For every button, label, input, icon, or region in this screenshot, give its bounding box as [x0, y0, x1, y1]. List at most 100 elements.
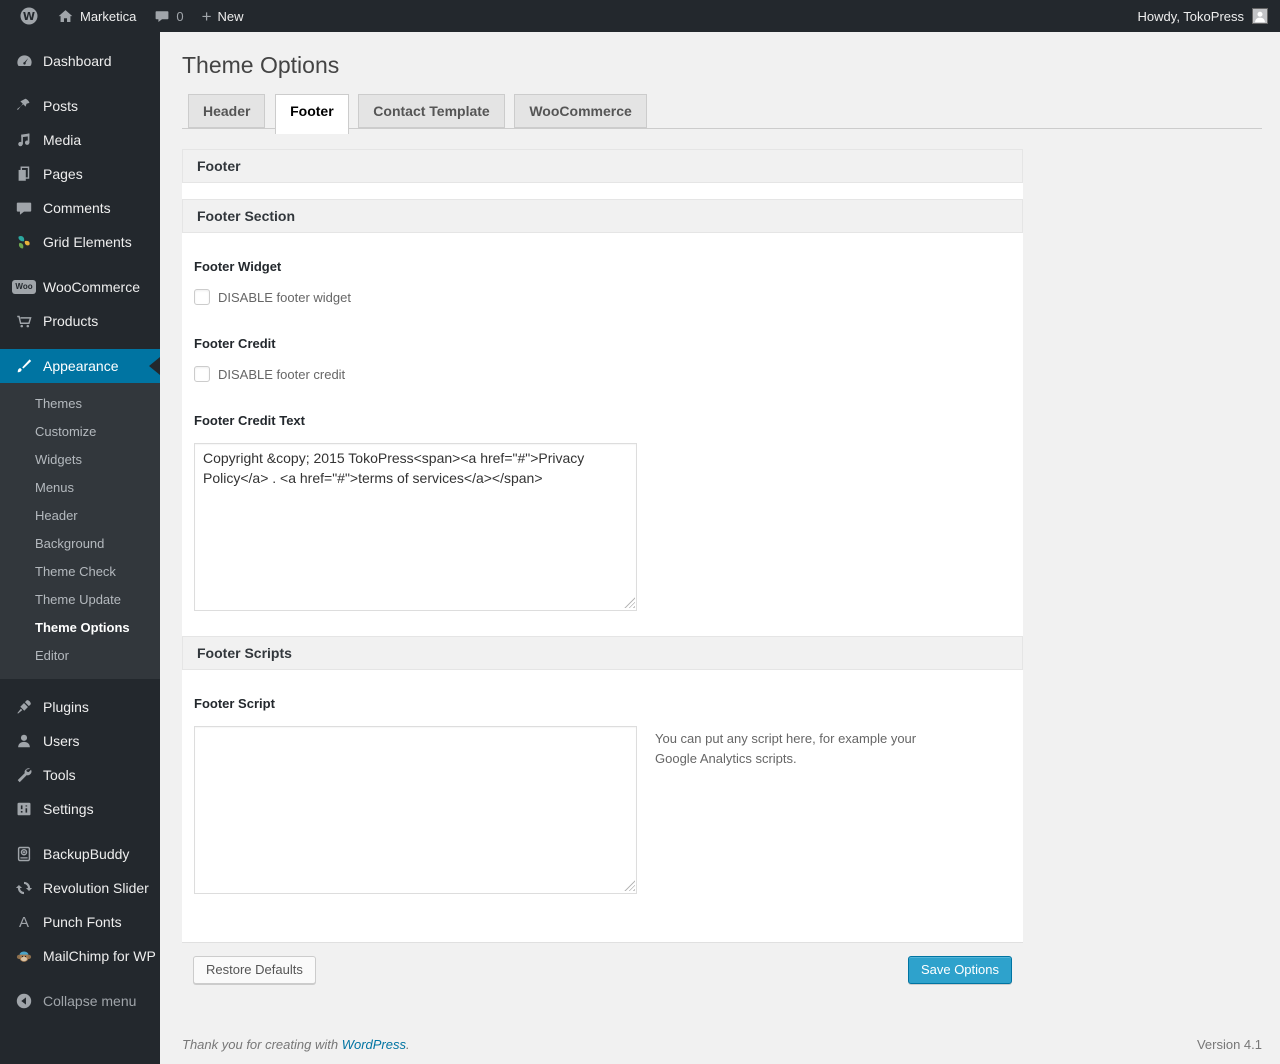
tab-woocommerce[interactable]: WooCommerce [514, 94, 647, 128]
sidebar-item-punch-fonts[interactable]: A Punch Fonts [0, 905, 160, 939]
footer-section-body: Footer Widget DISABLE footer widget Foot… [182, 233, 1023, 611]
sidebar-item-pages[interactable]: Pages [0, 157, 160, 191]
sidebar-item-label: Settings [43, 801, 94, 817]
tab-header[interactable]: Header [188, 94, 266, 128]
sidebar-item-label: Users [43, 733, 80, 749]
sidebar-item-tools[interactable]: Tools [0, 758, 160, 792]
admin-bar: W Marketica 0 + New Howdy, TokoPress [0, 0, 1280, 32]
panel-title: Footer [197, 158, 241, 174]
save-options-button[interactable]: Save Options [907, 956, 1012, 984]
submenu-item-header[interactable]: Header [0, 502, 160, 530]
sidebar-item-media[interactable]: Media [0, 123, 160, 157]
svg-text:W: W [23, 10, 35, 23]
wordpress-link[interactable]: WordPress [342, 1037, 406, 1052]
footer-thanks-text: Thank you for creating with WordPress. [182, 1037, 410, 1052]
sidebar-item-label: Pages [43, 166, 83, 182]
sidebar-item-dashboard[interactable]: Dashboard [0, 44, 160, 78]
howdy-account-menu[interactable]: Howdy, TokoPress [1138, 9, 1252, 24]
comment-bubble-icon [154, 8, 170, 24]
pushpin-icon [14, 96, 34, 116]
footer-widget-label: Footer Widget [194, 259, 282, 274]
new-content-button[interactable]: + New [193, 0, 253, 32]
main-content: Theme Options Header Footer Contact Temp… [160, 32, 1280, 1064]
restore-defaults-button[interactable]: Restore Defaults [193, 956, 316, 984]
footer-credit-label: Footer Credit [194, 336, 276, 351]
disable-footer-widget-checkbox[interactable] [194, 289, 210, 305]
appearance-submenu: Themes Customize Widgets Menus Header Ba… [0, 383, 160, 679]
new-label: New [217, 8, 244, 24]
submenu-item-widgets[interactable]: Widgets [0, 446, 160, 474]
submenu-item-menus[interactable]: Menus [0, 474, 160, 502]
submenu-item-background[interactable]: Background [0, 530, 160, 558]
sidebar-item-products[interactable]: Products [0, 304, 160, 338]
sidebar-item-label: Plugins [43, 699, 89, 715]
sidebar-item-posts[interactable]: Posts [0, 89, 160, 123]
version-text: Version 4.1 [1196, 1037, 1262, 1052]
page-footer: Thank you for creating with WordPress. V… [182, 1037, 1262, 1052]
disable-footer-credit-checkbox[interactable] [194, 366, 210, 382]
sidebar-item-label: MailChimp for WP [43, 948, 156, 964]
home-icon [57, 8, 74, 25]
avatar[interactable] [1252, 8, 1268, 24]
tab-contact-template[interactable]: Contact Template [358, 94, 505, 128]
paintbrush-icon [14, 356, 34, 376]
woocommerce-badge-icon: Woo [12, 277, 36, 297]
sidebar-item-label: BackupBuddy [43, 846, 130, 862]
disable-footer-credit-text: DISABLE footer credit [218, 366, 346, 382]
sidebar-item-appearance[interactable]: Appearance [0, 349, 160, 383]
sidebar-item-label: Dashboard [43, 53, 112, 69]
panel-action-bar: Restore Defaults Save Options [182, 942, 1023, 997]
tab-bar: Header Footer Contact Template WooCommer… [182, 94, 1262, 134]
disable-footer-credit-row: DISABLE footer credit [194, 366, 1011, 382]
backup-disk-icon [14, 844, 34, 864]
rotate-arrows-icon [14, 878, 34, 898]
dashboard-gauge-icon [14, 51, 34, 71]
sidebar-item-users[interactable]: Users [0, 724, 160, 758]
sidebar-item-label: Punch Fonts [43, 914, 122, 930]
admin-bar-comments[interactable]: 0 [145, 0, 192, 32]
comment-bubble-icon [14, 198, 34, 218]
sidebar-item-label: Grid Elements [43, 234, 132, 250]
sidebar-item-mailchimp[interactable]: MailChimp for WP [0, 939, 160, 973]
sidebar-item-settings[interactable]: Settings [0, 792, 160, 826]
submenu-item-theme-options[interactable]: Theme Options [0, 614, 160, 642]
sidebar-item-label: Products [43, 313, 99, 329]
wordpress-logo-icon[interactable]: W [10, 0, 48, 32]
submenu-item-customize[interactable]: Customize [0, 418, 160, 446]
sidebar-item-revolution-slider[interactable]: Revolution Slider [0, 871, 160, 905]
footer-script-help: You can put any script here, for example… [655, 731, 917, 767]
collapse-arrow-icon [14, 991, 34, 1011]
sidebar-item-woocommerce[interactable]: Woo WooCommerce [0, 270, 160, 304]
footer-credit-text-label: Footer Credit Text [194, 413, 305, 428]
cart-icon [14, 311, 34, 331]
sliders-icon [14, 799, 34, 819]
tab-footer[interactable]: Footer [275, 94, 349, 134]
panel-spacer [182, 183, 1023, 199]
menu-separator [0, 259, 160, 270]
footer-section-bar: Footer Section [182, 199, 1023, 233]
footer-credit-text-textarea[interactable]: Copyright &copy; 2015 TokoPress<span><a … [194, 443, 637, 611]
sidebar-item-backupbuddy[interactable]: BackupBuddy [0, 837, 160, 871]
footer-scripts-body: Footer Script You can put any script her… [182, 670, 1023, 894]
collapse-menu-button[interactable]: Collapse menu [0, 984, 160, 1018]
comments-count: 0 [176, 8, 184, 24]
footer-scripts-title: Footer Scripts [197, 645, 292, 661]
sidebar-item-grid-elements[interactable]: Grid Elements [0, 225, 160, 259]
submenu-item-theme-update[interactable]: Theme Update [0, 586, 160, 614]
footer-script-label: Footer Script [194, 696, 275, 711]
footer-script-textarea[interactable] [194, 726, 637, 894]
sidebar-item-label: Appearance [43, 358, 119, 374]
menu-separator [0, 973, 160, 984]
submenu-item-themes[interactable]: Themes [0, 390, 160, 418]
disable-footer-widget-row: DISABLE footer widget [194, 289, 1011, 305]
sidebar-item-comments[interactable]: Comments [0, 191, 160, 225]
admin-sidebar: Dashboard Posts Media Pages Comments Gri… [0, 32, 160, 1064]
sidebar-item-plugins[interactable]: Plugins [0, 690, 160, 724]
submenu-item-editor[interactable]: Editor [0, 642, 160, 670]
letter-a-icon: A [18, 913, 29, 931]
submenu-item-theme-check[interactable]: Theme Check [0, 558, 160, 586]
site-menu[interactable]: Marketica [48, 0, 145, 32]
menu-separator [0, 679, 160, 690]
footer-scripts-bar: Footer Scripts [182, 636, 1023, 670]
sidebar-item-label: Posts [43, 98, 79, 114]
